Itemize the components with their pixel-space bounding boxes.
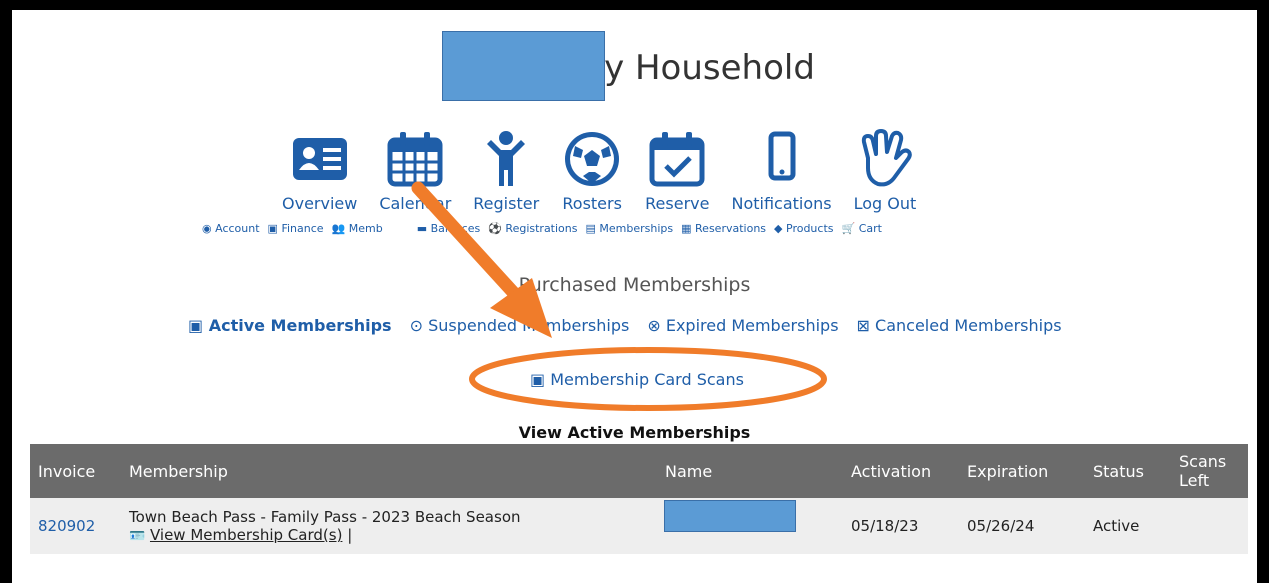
column-header: Invoice bbox=[30, 444, 121, 498]
users-icon: 👥 bbox=[331, 222, 346, 235]
cart-icon: 🛒 bbox=[841, 222, 856, 235]
subnav-registrations[interactable]: ⚽ Registrations bbox=[488, 222, 577, 235]
column-header: Activation bbox=[843, 444, 959, 498]
mobile-phone-icon bbox=[768, 131, 796, 181]
page: y Household Overview Calendar Register R… bbox=[12, 10, 1257, 583]
table-header-row: Invoice Membership Name Activation Expir… bbox=[30, 444, 1248, 498]
column-header: Status bbox=[1085, 444, 1171, 498]
membership-cell: Town Beach Pass - Family Pass - 2023 Bea… bbox=[121, 498, 657, 554]
nav-log-out[interactable]: Log Out bbox=[853, 128, 917, 213]
filter-canceled-memberships[interactable]: ⊠ Canceled Memberships bbox=[857, 316, 1062, 335]
subnav-balances[interactable]: ▬ Balances bbox=[417, 222, 481, 235]
tag-icon: ◆ bbox=[774, 222, 783, 235]
nav-label: Log Out bbox=[853, 194, 917, 213]
filter-active-memberships[interactable]: ▣ Active Memberships bbox=[188, 316, 392, 335]
view-membership-card-link[interactable]: View Membership Card(s) bbox=[150, 526, 342, 544]
id-card-icon: 🪪 bbox=[129, 529, 146, 544]
nav-register[interactable]: Register bbox=[473, 128, 539, 213]
column-header: Scans Left bbox=[1171, 444, 1248, 498]
column-header: Expiration bbox=[959, 444, 1085, 498]
nav-calendar[interactable]: Calendar bbox=[379, 128, 451, 213]
badge-icon: ▣ bbox=[530, 370, 546, 389]
membership-filters: ▣ Active Memberships ⊙ Suspended Members… bbox=[188, 316, 1062, 335]
column-header: Name bbox=[657, 444, 843, 498]
x-circle-icon: ⊗ bbox=[647, 316, 661, 335]
sub-nav: ◉ Account ▣ Finance 👥 Memb ▬ Balances ⚽ … bbox=[202, 222, 882, 235]
redacted-member-name bbox=[664, 500, 796, 532]
subnav-memberships[interactable]: ▤ Memberships bbox=[586, 222, 674, 235]
membership-card-scans-link[interactable]: ▣ Membership Card Scans bbox=[530, 370, 744, 389]
nav-notifications[interactable]: Notifications bbox=[731, 128, 832, 213]
subnav-members[interactable]: 👥 Memb bbox=[332, 222, 383, 235]
nav-reserve[interactable]: Reserve bbox=[645, 128, 709, 213]
separator: | bbox=[347, 526, 353, 544]
status-cell: Active bbox=[1085, 498, 1171, 554]
filter-suspended-memberships[interactable]: ⊙ Suspended Memberships bbox=[410, 316, 630, 335]
calendar-icon bbox=[387, 132, 443, 187]
money-icon: ▣ bbox=[267, 222, 278, 235]
badge-icon: ▤ bbox=[585, 222, 596, 235]
credit-card-icon: ▬ bbox=[416, 222, 428, 235]
table-title: View Active Memberships bbox=[518, 423, 751, 442]
subnav-reservations[interactable]: ▦ Reservations bbox=[681, 222, 766, 235]
section-heading: Purchased Memberships bbox=[518, 274, 751, 296]
pause-circle-icon: ⊙ bbox=[409, 316, 423, 335]
redacted-household-name bbox=[442, 31, 605, 101]
badge-icon: ▣ bbox=[188, 316, 204, 335]
soccer-ball-icon: ⚽ bbox=[488, 222, 502, 235]
invoice-cell: 820902 bbox=[30, 498, 121, 554]
subnav-account[interactable]: ◉ Account bbox=[202, 222, 260, 235]
nav-label: Calendar bbox=[379, 194, 452, 213]
nav-overview[interactable]: Overview bbox=[282, 128, 357, 213]
nav-rosters[interactable]: Rosters bbox=[561, 128, 623, 213]
column-header: Membership bbox=[121, 444, 657, 498]
nav-label: Reserve bbox=[645, 194, 710, 213]
filter-expired-memberships[interactable]: ⊗ Expired Memberships bbox=[647, 316, 838, 335]
main-nav: Overview Calendar Register Rosters Reser… bbox=[282, 128, 938, 213]
scans-left-cell bbox=[1171, 498, 1248, 554]
vulcan-hand-icon bbox=[861, 129, 912, 187]
nav-label: Overview bbox=[282, 194, 358, 213]
memberships-table: Invoice Membership Name Activation Expir… bbox=[30, 444, 1248, 554]
nav-label: Notifications bbox=[731, 194, 832, 213]
id-card-icon bbox=[292, 138, 347, 180]
soccer-ball-icon bbox=[565, 132, 620, 186]
membership-name: Town Beach Pass - Family Pass - 2023 Bea… bbox=[129, 508, 521, 526]
activation-cell: 05/18/23 bbox=[843, 498, 959, 554]
nav-label: Register bbox=[473, 194, 540, 213]
subnav-cart[interactable]: 🛒 Cart bbox=[842, 222, 882, 235]
subnav-products[interactable]: ◆ Products bbox=[774, 222, 833, 235]
nav-label: Rosters bbox=[562, 194, 622, 213]
calendar-icon: ▦ bbox=[681, 222, 692, 235]
person-icon bbox=[487, 131, 526, 186]
page-title: y Household bbox=[604, 48, 815, 88]
expiration-cell: 05/26/24 bbox=[959, 498, 1085, 554]
invoice-link[interactable]: 820902 bbox=[38, 517, 95, 535]
user-circle-icon: ◉ bbox=[202, 222, 212, 235]
x-square-icon: ⊠ bbox=[856, 316, 870, 335]
table-row: 820902 Town Beach Pass - Family Pass - 2… bbox=[30, 498, 1248, 554]
subnav-finance[interactable]: ▣ Finance bbox=[268, 222, 324, 235]
calendar-check-icon bbox=[649, 132, 705, 187]
